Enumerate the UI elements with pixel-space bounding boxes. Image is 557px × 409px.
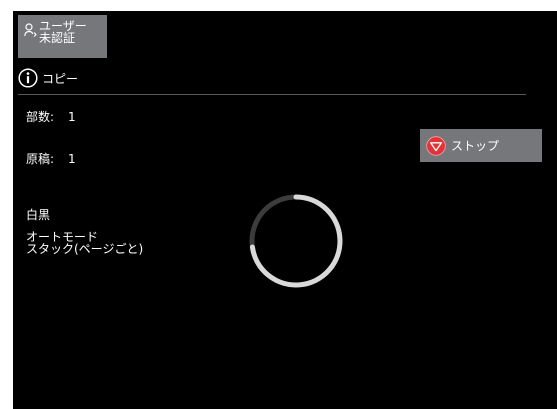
copies-value: 1: [68, 110, 76, 124]
mode-setting-stack: スタック(ページごと): [26, 242, 144, 256]
loading-spinner: [249, 194, 343, 288]
copy-status-screen: ユーザー 未認証 コピー 部数: 1 原稿: 1 ストップ 白黒 オートモード スタ…: [13, 11, 557, 409]
page-title: コピー: [42, 71, 79, 86]
color-mode: 白黒: [26, 208, 51, 222]
originals-value: 1: [68, 152, 76, 166]
originals-row: 原稿: 1: [26, 150, 76, 167]
mode-settings: オートモード スタック(ページごと): [26, 231, 143, 255]
title-divider: [18, 94, 526, 95]
stop-button-label: ストップ: [451, 139, 500, 153]
copies-row: 部数: 1: [26, 108, 76, 125]
originals-label: 原稿:: [26, 152, 55, 166]
user-icon: [24, 23, 37, 37]
info-icon: [18, 68, 38, 88]
user-status-text: ユーザー 未認証: [39, 20, 87, 44]
stop-icon: [426, 135, 446, 156]
copies-label: 部数:: [26, 110, 55, 124]
user-login-button[interactable]: ユーザー 未認証: [18, 15, 107, 58]
user-auth-status: 未認証: [39, 31, 76, 45]
stop-button[interactable]: ストップ: [420, 129, 542, 162]
screen-title-row: コピー: [18, 67, 78, 89]
